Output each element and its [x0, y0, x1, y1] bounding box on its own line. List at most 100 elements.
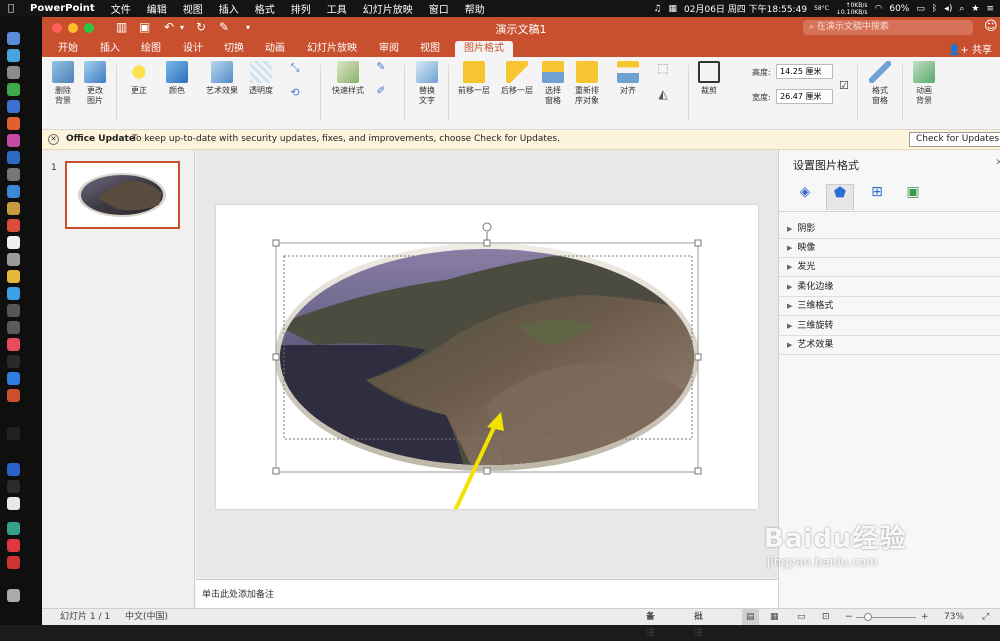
tab-view[interactable]: 视图 — [420, 41, 440, 57]
bluetooth-icon[interactable]: ᛒ — [932, 4, 937, 14]
notes-field[interactable]: 单击此处添加备注 — [196, 579, 778, 608]
remove-background-button[interactable]: 删除 背景 — [50, 61, 76, 106]
picture-border-icon[interactable]: ✎ — [370, 61, 392, 72]
check-for-updates-button[interactable]: Check for Updates — [909, 132, 1000, 147]
compress-icon[interactable]: ⤡ — [284, 62, 306, 73]
music-app-icon[interactable] — [7, 338, 20, 351]
menu-list-icon[interactable]: ≡ — [986, 4, 994, 14]
menu-window[interactable]: 窗口 — [421, 1, 457, 16]
transparency-button[interactable]: 透明度 — [246, 61, 276, 96]
tab-insert[interactable]: 插入 — [100, 41, 120, 57]
chrome-icon[interactable] — [7, 117, 20, 130]
reading-view-icon[interactable]: ▭ — [797, 609, 806, 625]
section-artistic-effects[interactable]: ▶ 艺术效果 — [779, 336, 1000, 355]
app-icon[interactable] — [7, 321, 20, 334]
app-icon[interactable] — [7, 134, 20, 147]
feedback-smiley-icon[interactable]: ☺ — [984, 19, 998, 34]
share-button[interactable]: 👤+ 共享 — [948, 41, 992, 56]
color-button[interactable]: 颜色 — [164, 61, 190, 96]
photos-icon[interactable] — [7, 270, 20, 283]
animate-background-button[interactable]: 动画 背景 — [910, 61, 938, 106]
clock-text[interactable]: 02月06日 周四 下午18:55:49 — [684, 2, 807, 15]
menu-insert[interactable]: 插入 — [211, 1, 247, 16]
height-input[interactable]: 14.25 厘米 — [776, 64, 833, 79]
fill-line-icon[interactable]: ◈ — [791, 184, 819, 210]
slide-sorter-view-icon[interactable]: ▦ — [770, 609, 779, 625]
search-input[interactable]: ⌕ 在演示文稿中搜索 — [803, 20, 973, 35]
spotlight-icon[interactable]: ⌕ — [959, 4, 964, 14]
app-icon[interactable] — [7, 236, 20, 249]
normal-view-icon[interactable]: ▤ — [742, 609, 759, 625]
picture-effects-icon[interactable]: ✐ — [370, 85, 392, 96]
finder-icon[interactable] — [7, 32, 20, 45]
change-picture-button[interactable]: 更改 图片 — [82, 61, 108, 106]
section-glow[interactable]: ▶ 发光 — [779, 258, 1000, 277]
menu-help[interactable]: 帮助 — [457, 1, 493, 16]
safari-icon[interactable] — [7, 49, 20, 62]
crop-button[interactable]: 裁剪 — [696, 61, 722, 96]
group-icon[interactable]: ⬚ — [652, 62, 674, 74]
tab-review[interactable]: 审阅 — [379, 41, 399, 57]
language-indicator[interactable]: 中文(中国) — [125, 609, 168, 625]
battery-icon[interactable]: ▭ — [916, 4, 925, 14]
section-reflection[interactable]: ▶ 映像 — [779, 239, 1000, 258]
zoom-level[interactable]: 73% — [944, 609, 964, 625]
music-icon[interactable]: ♫ — [653, 4, 661, 14]
menu-tools[interactable]: 工具 — [319, 1, 355, 16]
presenter-view-icon[interactable]: ⊡ — [822, 609, 830, 625]
app-icon[interactable] — [7, 480, 20, 493]
zoom-out-button[interactable]: − — [845, 609, 853, 625]
size-properties-icon[interactable]: ⊞ — [863, 184, 891, 210]
selected-picture[interactable] — [216, 205, 758, 509]
apple-menu-icon[interactable]:  — [0, 3, 22, 14]
tab-picture-format[interactable]: 图片格式 — [455, 41, 513, 57]
picture-icon[interactable]: ▣ — [899, 184, 927, 210]
app-icon[interactable] — [7, 100, 20, 113]
app-icon[interactable] — [7, 522, 20, 535]
tv-icon[interactable] — [7, 355, 20, 368]
quick-styles-button[interactable]: 快速样式 — [328, 61, 368, 96]
menu-slideshow[interactable]: 幻灯片放映 — [355, 1, 421, 16]
section-shadow[interactable]: ▶ 阴影 — [779, 220, 1000, 239]
menu-edit[interactable]: 编辑 — [139, 1, 175, 16]
appstore-icon[interactable] — [7, 372, 20, 385]
rotate-icon[interactable]: ◭ — [652, 88, 674, 100]
tab-home[interactable]: 开始 — [58, 41, 78, 57]
zoom-slider-thumb[interactable] — [864, 613, 872, 621]
app-icon[interactable] — [7, 556, 20, 569]
rotate-handle-icon[interactable] — [482, 222, 492, 232]
terminal-icon[interactable] — [7, 427, 20, 440]
width-input[interactable]: 26.47 厘米 — [776, 89, 833, 104]
app-icon[interactable] — [7, 463, 20, 476]
menu-arrange[interactable]: 排列 — [283, 1, 319, 16]
corrections-button[interactable]: 更正 — [126, 61, 152, 96]
align-button[interactable]: 对齐 — [614, 61, 642, 96]
app-icon[interactable] — [7, 497, 20, 510]
app-icon[interactable] — [7, 151, 20, 164]
menu-file[interactable]: 文件 — [103, 1, 139, 16]
reorder-objects-button[interactable]: 重新排 序对象 — [571, 61, 603, 106]
menu-format[interactable]: 格式 — [247, 1, 283, 16]
section-soft-edges[interactable]: ▶ 柔化边缘 — [779, 278, 1000, 297]
android-icon[interactable] — [7, 83, 20, 96]
star-icon[interactable]: ★ — [971, 4, 979, 14]
trash-icon[interactable] — [7, 589, 20, 602]
tab-draw[interactable]: 绘图 — [141, 41, 161, 57]
lock-aspect-checkbox[interactable]: ☑ — [839, 79, 849, 92]
bring-forward-button[interactable]: 前移一层 — [454, 61, 494, 96]
section-3d-rotation[interactable]: ▶ 三维旋转 — [779, 317, 1000, 336]
tab-animations[interactable]: 动画 — [265, 41, 285, 57]
effects-icon[interactable]: ⬟ — [826, 184, 854, 210]
close-notification-button[interactable]: ✕ — [48, 134, 59, 145]
selection-pane-button[interactable]: 选择 窗格 — [539, 61, 567, 106]
menu-app-name[interactable]: PowerPoint — [22, 3, 103, 14]
wifi-icon[interactable]: ◠ — [875, 4, 883, 14]
volume-icon[interactable]: ◂) — [944, 4, 952, 14]
section-3d-format[interactable]: ▶ 三维格式 — [779, 297, 1000, 316]
slide-thumbnail[interactable] — [65, 161, 180, 229]
app-icon[interactable] — [7, 202, 20, 215]
alt-text-button[interactable]: 替换 文字 — [412, 61, 442, 106]
app-icon[interactable] — [7, 185, 20, 198]
app-icon[interactable] — [7, 304, 20, 317]
tab-slideshow[interactable]: 幻灯片放映 — [307, 41, 357, 57]
